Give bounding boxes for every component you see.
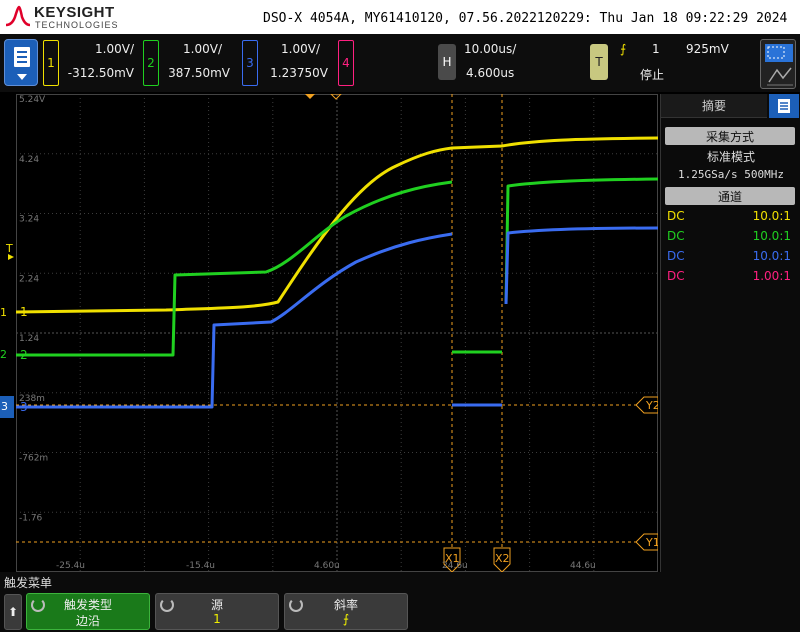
- ch1-scale: 1.00V/: [95, 42, 134, 56]
- brand-sub: TECHNOLOGIES: [35, 20, 119, 30]
- instrument-info: DSO-X 4054A, MY61410120, 07.56.202212022…: [263, 11, 788, 26]
- ch3-button[interactable]: 3: [242, 40, 258, 86]
- left-markers: T 1 2 3: [0, 242, 14, 418]
- brand-name: KEYSIGHT: [34, 4, 115, 21]
- touch-tool-button[interactable]: [760, 39, 796, 89]
- x-tick-label: 24.6u: [442, 561, 468, 571]
- svg-text:X2: X2: [495, 552, 510, 565]
- ch1-button[interactable]: 1: [43, 40, 59, 86]
- horizontal-button[interactable]: H: [438, 44, 456, 80]
- ch3-scale: 1.00V/: [281, 42, 320, 56]
- trigger-button[interactable]: T: [590, 44, 608, 80]
- softkey-trigger-type[interactable]: 触发类型 边沿: [26, 593, 150, 630]
- tab-list[interactable]: [769, 94, 799, 118]
- menu-icon: [14, 47, 30, 80]
- softkey-label: 触发类型: [63, 598, 112, 612]
- trigger-position-marker: [305, 94, 315, 99]
- y-tick-label: 1.24: [19, 334, 39, 344]
- y-tick-label: 3.24: [19, 215, 39, 225]
- ch1-trace: [16, 136, 658, 314]
- trigger-source: 1: [652, 42, 660, 56]
- ch3-coupling: DC: [667, 249, 685, 263]
- ch4-probe: 1.00:1: [752, 269, 791, 283]
- ch1-ground-marker: 1: [0, 306, 7, 319]
- softkey-value: 1: [213, 612, 221, 626]
- x-tick-label: 4.60u: [314, 561, 340, 571]
- ch3-probe: 10.0:1: [752, 249, 791, 263]
- trigger-slope-icon: ⨍: [620, 42, 627, 56]
- ch3-ground-marker: 3: [1, 400, 8, 413]
- waveform-display[interactable]: X1 X2 Y2 Y1 1 2 3 5.24V 4.24 3.24 2.24 1.24 238m -76…: [16, 94, 658, 572]
- ch2-probe: 10.0:1: [752, 229, 791, 243]
- cursor-y1-tag[interactable]: Y1: [635, 533, 658, 551]
- acquisition-rate: 1.25GSa/s 500MHz: [678, 168, 784, 181]
- y-tick-label: 4.24: [19, 155, 39, 165]
- horizontal-delay: 4.600us: [466, 66, 515, 80]
- svg-text:Y2: Y2: [645, 399, 658, 412]
- ch2-coupling: DC: [667, 229, 685, 243]
- y-tick-label: 238m: [19, 394, 45, 404]
- ch2-button[interactable]: 2: [143, 40, 159, 86]
- cursor-y2-tag[interactable]: Y2: [635, 396, 658, 414]
- softkey-label: 斜率: [333, 598, 358, 612]
- run-status: 停止: [640, 68, 665, 82]
- acquisition-header: 采集方式: [665, 127, 795, 145]
- softkey-slope[interactable]: 斜率 ⨍: [284, 593, 408, 630]
- title-bar: KEYSIGHT TECHNOLOGIES DSO-X 4054A, MY614…: [0, 0, 800, 34]
- keysight-logo: KEYSIGHT TECHNOLOGIES: [5, 3, 135, 31]
- y-tick-label: 2.24: [19, 274, 39, 284]
- acquisition-mode: 标准模式: [706, 150, 755, 164]
- ch2-scale: 1.00V/: [183, 42, 222, 56]
- trigger-level: 925mV: [686, 42, 729, 56]
- softkey-source[interactable]: 源 1: [155, 593, 279, 630]
- softkey-bar: 触发菜单 ⬆ 触发类型 边沿 源 1 斜率 ⨍: [0, 572, 800, 632]
- ch1-coupling: DC: [667, 209, 685, 223]
- summary-panel: 摘要 采集方式 标准模式 1.25GSa/s 500MHz 通道 DC 10.0…: [660, 94, 800, 572]
- zoom-box-icon: [765, 44, 793, 86]
- menu-title: 触发菜单: [4, 576, 53, 590]
- channel-header: 通道: [665, 187, 795, 205]
- y-tick-label: -1.76: [19, 513, 43, 523]
- ch1-inline-label: 1: [20, 305, 28, 319]
- y-tick-label: 5.24V: [19, 95, 46, 105]
- trigger-level-marker: T: [5, 242, 13, 255]
- main-menu-button[interactable]: [4, 39, 38, 86]
- back-button[interactable]: ⬆: [4, 594, 22, 630]
- softkey-value: 边沿: [75, 614, 100, 628]
- channel-bar: 1 1.00V/ -312.50mV 2 1.00V/ 387.50mV 3 1…: [0, 34, 800, 92]
- keysight-wave-icon: [5, 5, 31, 27]
- cursor-x2-tag[interactable]: X2: [493, 547, 511, 572]
- svg-text:Y1: Y1: [645, 536, 658, 549]
- ch2-offset: 387.50mV: [168, 66, 230, 80]
- ch1-probe: 10.0:1: [752, 209, 791, 223]
- ch4-coupling: DC: [667, 269, 685, 283]
- softkey-label: 源: [210, 598, 223, 612]
- x-tick-label: 44.6u: [570, 561, 596, 571]
- tab-summary[interactable]: 摘要: [661, 94, 767, 118]
- y-tick-label: -762m: [19, 454, 48, 464]
- ch2-inline-label: 2: [20, 348, 28, 362]
- ch3-offset: 1.23750V: [270, 66, 328, 80]
- ch1-offset: -312.50mV: [67, 66, 134, 80]
- softkey-value: ⨍: [342, 612, 350, 626]
- ch2-ground-marker: 2: [0, 348, 7, 361]
- horizontal-scale: 10.00us/: [464, 42, 517, 56]
- ch4-button[interactable]: 4: [338, 40, 354, 86]
- list-icon: [778, 99, 790, 113]
- x-tick-label: -25.4u: [56, 561, 85, 571]
- x-tick-label: -15.4u: [186, 561, 215, 571]
